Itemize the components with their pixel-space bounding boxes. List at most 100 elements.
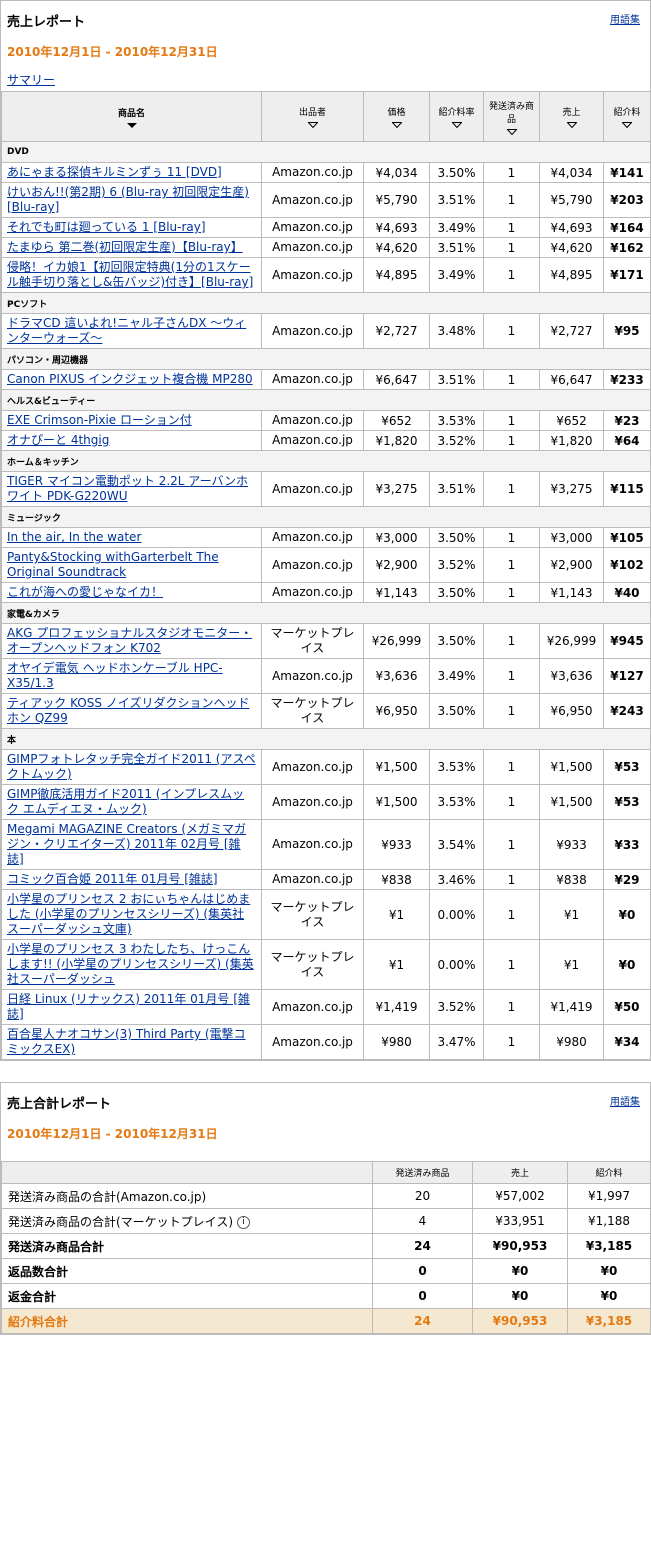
product-name-link[interactable]: Panty&Stocking withGarterbelt The Origin… [1, 547, 262, 583]
sales-cell: ¥1,500 [539, 749, 604, 785]
totals-fee: ¥3,185 [567, 1233, 651, 1259]
table-row: 侵略！イカ娘1【初回限定特典(1分の1スケール触手切り落とし&缶バッジ)付き】[… [1, 257, 651, 293]
column-header-seller[interactable]: 出品者 [261, 91, 364, 142]
category-row: ミュージック [1, 506, 651, 528]
column-header-name[interactable]: 商品名 [1, 91, 262, 142]
shipped-cell: 1 [483, 869, 540, 890]
seller-cell: マーケットプレイス [261, 889, 364, 940]
product-name-link[interactable]: 百合星人ナオコサン(3) Third Party (電撃コミックスEX) [1, 1024, 262, 1060]
seller-cell: Amazon.co.jp [261, 410, 364, 431]
rate-cell: 3.46% [429, 869, 484, 890]
price-cell: ¥838 [363, 869, 430, 890]
sales-report-panel: 売上レポート 用語集 2010年12月1日 - 2010年12月31日 サマリー… [0, 0, 651, 1061]
totals-shipped: 24 [372, 1308, 473, 1334]
table-row: AKG プロフェッショナルスタジオモニター・オープンヘッドフォン K702 マーケ… [1, 623, 651, 659]
column-header-sales[interactable]: 売上 [539, 91, 604, 142]
product-name-link[interactable]: Megami MAGAZINE Creators (メガミマガジン・クリエイター… [1, 819, 262, 870]
table-row: 日経 Linux (リナックス) 2011年 01月号 [雑誌] Amazon.c… [1, 989, 651, 1025]
rate-cell: 3.51% [429, 237, 484, 258]
price-cell: ¥652 [363, 410, 430, 431]
price-cell: ¥1,820 [363, 430, 430, 451]
product-name-link[interactable]: 小学星のプリンセス 2 おにぃちゃんはじめました (小学星のプリンセスシリーズ)… [1, 889, 262, 940]
product-name-link[interactable]: AKG プロフェッショナルスタジオモニター・オープンヘッドフォン K702 [1, 623, 262, 659]
seller-cell: マーケットプレイス [261, 623, 364, 659]
product-name-link[interactable]: けいおん!!(第2期) 6 (Blu-ray 初回限定生産) [Blu-ray] [1, 182, 262, 218]
category-row: 本 [1, 728, 651, 750]
totals-fee: ¥0 [567, 1258, 651, 1284]
column-header-shipped[interactable]: 発送済み商品 [483, 91, 540, 142]
product-name-link[interactable]: コミック百合姫 2011年 01月号 [雑誌] [1, 869, 262, 890]
totals-shipped: 20 [372, 1183, 473, 1209]
sales-cell: ¥4,895 [539, 257, 604, 293]
product-name-link[interactable]: GIMPフォトレタッチ完全ガイド2011 (アスペクトムック) [1, 749, 262, 785]
fee-cell: ¥115 [603, 471, 651, 507]
fee-cell: ¥164 [603, 217, 651, 238]
totals-shipped: 24 [372, 1233, 473, 1259]
product-name-link[interactable]: EXE Crimson-Pixie ローション付 [1, 410, 262, 431]
totals-header-blank [1, 1161, 373, 1184]
product-name-link[interactable]: たまゆら 第二巻(初回限定生産)【Blu-ray】 [1, 237, 262, 258]
product-name-link[interactable]: GIMP徹底活用ガイド2011 (インプレスムック エムディエヌ・ムック) [1, 784, 262, 820]
fee-cell: ¥105 [603, 527, 651, 548]
table-row: あにゃまる探偵キルミンずぅ 11 [DVD] Amazon.co.jp ¥4,034… [1, 162, 651, 183]
fee-cell: ¥23 [603, 410, 651, 431]
product-name-link[interactable]: これが海への愛じゃなイカ！ [1, 582, 262, 603]
rate-cell: 3.48% [429, 313, 484, 349]
sales-cell: ¥3,275 [539, 471, 604, 507]
seller-cell: Amazon.co.jp [261, 182, 364, 218]
glossary-link[interactable]: 用語集 [610, 11, 640, 26]
shipped-cell: 1 [483, 471, 540, 507]
table-row: GIMPフォトレタッチ完全ガイド2011 (アスペクトムック) Amazon.co… [1, 749, 651, 785]
glossary-link[interactable]: 用語集 [610, 1093, 640, 1108]
product-name-link[interactable]: 日経 Linux (リナックス) 2011年 01月号 [雑誌] [1, 989, 262, 1025]
rate-cell: 3.50% [429, 527, 484, 548]
product-name-link[interactable]: TIGER マイコン電動ポット 2.2L アーバンホワイト PDK-G220WU [1, 471, 262, 507]
totals-label-text: 返金合計 [8, 1289, 57, 1304]
column-header-price[interactable]: 価格 [363, 91, 430, 142]
seller-cell: Amazon.co.jp [261, 527, 364, 548]
sales-cell: ¥4,620 [539, 237, 604, 258]
sales-cell: ¥3,000 [539, 527, 604, 548]
product-name-link[interactable]: ティアック KOSS ノイズリダクションヘッドホン QZ99 [1, 693, 262, 729]
totals-header-row: 発送済み商品 売上 紹介料 [1, 1161, 651, 1184]
shipped-cell: 1 [483, 430, 540, 451]
price-cell: ¥3,000 [363, 527, 430, 548]
column-header-fee[interactable]: 紹介料 [603, 91, 651, 142]
fee-cell: ¥127 [603, 658, 651, 694]
seller-cell: Amazon.co.jp [261, 989, 364, 1025]
category-label: PCソフト [1, 292, 651, 314]
totals-fee: ¥1,997 [567, 1183, 651, 1209]
table-row: オナぴーと 4thgig Amazon.co.jp ¥1,820 3.52% 1 ¥1,8… [1, 430, 651, 451]
shipped-cell: 1 [483, 257, 540, 293]
seller-cell: マーケットプレイス [261, 939, 364, 990]
sales-cell: ¥1,500 [539, 784, 604, 820]
product-name-link[interactable]: 小学星のプリンセス 3 わたしたち、けっこんします!! (小学星のプリンセスシリ… [1, 939, 262, 990]
totals-row: 発送済み商品合計 24 ¥90,953 ¥3,185 [1, 1233, 651, 1259]
product-name-link[interactable]: ドラマCD 這いよれ!ニャル子さんDX ～ウィンターウォーズ～ [1, 313, 262, 349]
seller-cell: Amazon.co.jp [261, 547, 364, 583]
sort-outline-icon [622, 122, 632, 128]
price-cell: ¥3,275 [363, 471, 430, 507]
category-label: 家電&カメラ [1, 602, 651, 624]
category-label: 本 [1, 728, 651, 750]
summary-link[interactable]: サマリー [7, 71, 55, 88]
product-name-link[interactable]: Canon PIXUS インクジェット複合機 MP280 [1, 369, 262, 390]
info-icon[interactable]: i [237, 1215, 251, 1229]
sales-cell: ¥2,727 [539, 313, 604, 349]
totals-label: 発送済み商品合計 [1, 1233, 373, 1259]
product-name-link[interactable]: In the air, In the water [1, 527, 262, 548]
table-row: Megami MAGAZINE Creators (メガミマガジン・クリエイター… [1, 819, 651, 870]
product-name-link[interactable]: それでも町は廻っている 1 [Blu-ray] [1, 217, 262, 238]
sort-outline-icon [391, 122, 402, 128]
product-name-link[interactable]: 侵略！イカ娘1【初回限定特典(1分の1スケール触手切り落とし&缶バッジ)付き】[… [1, 257, 262, 293]
fee-cell: ¥50 [603, 989, 651, 1025]
column-header-rate[interactable]: 紹介料率 [429, 91, 484, 142]
rate-cell: 3.50% [429, 623, 484, 659]
totals-row: 紹介料合計 24 ¥90,953 ¥3,185 [1, 1308, 651, 1334]
price-cell: ¥4,034 [363, 162, 430, 183]
product-name-link[interactable]: オヤイデ電気 ヘッドホンケーブル HPC-X35/1.3 [1, 658, 262, 694]
product-name-link[interactable]: オナぴーと 4thgig [1, 430, 262, 451]
totals-row: 返品数合計 0 ¥0 ¥0 [1, 1258, 651, 1284]
rate-cell: 3.51% [429, 182, 484, 218]
product-name-link[interactable]: あにゃまる探偵キルミンずぅ 11 [DVD] [1, 162, 262, 183]
